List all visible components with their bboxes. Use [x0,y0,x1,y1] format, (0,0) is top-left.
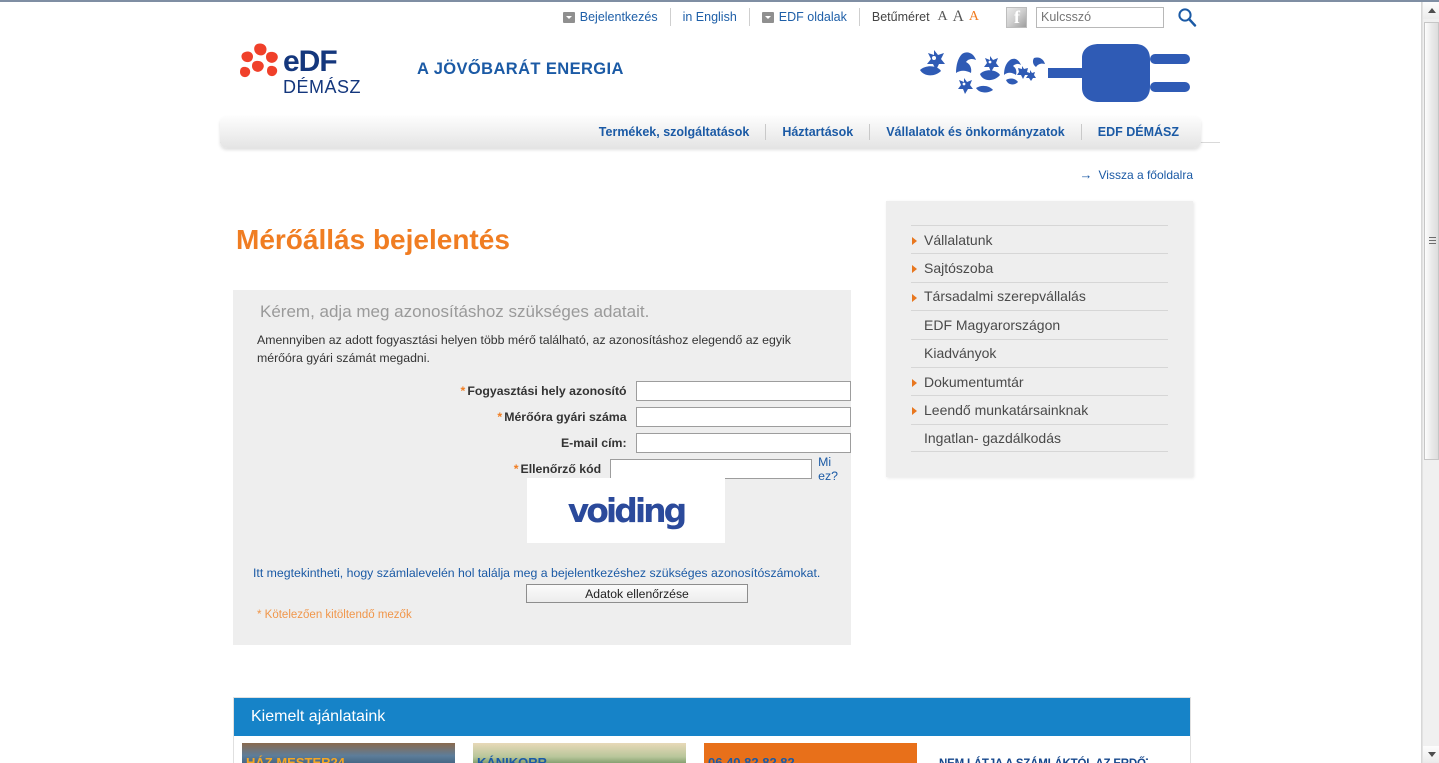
sidebar-item-label: EDF Magyarországon [924,316,1061,333]
sidebar-item-label: Kiadványok [924,345,997,362]
featured-offers-cards: HÁZ MESTER24 KÁNIKORR 06 40 82 82 82 NEM… [234,743,1190,763]
form-row-meter-serial: * Mérőóra gyári száma [233,406,851,428]
promo-card-label: KÁNIKORR [477,755,548,763]
back-to-home-label: Vissza a főoldalra [1098,167,1194,182]
sidebar-item-leendo-munkatarsainknak[interactable]: Leendő munkatársainknak [911,395,1168,423]
featured-offers-title: Kiemelt ajánlataink [234,698,1190,736]
sidebar-item-ingatlan-gazdalkodas[interactable]: Ingatlan- gazdálkodás [911,423,1168,453]
sidebar-item-edf-magyarorszagon[interactable]: EDF Magyarországon [911,310,1168,338]
sidebar-item-kiadvanyok[interactable]: Kiadványok [911,338,1168,367]
required-fields-note: * Kötelezően kitöltendő mezők [257,609,412,621]
label-meter-serial-text: Mérőóra gyári száma [504,410,627,424]
promo-card-label: NEM LÁTJA A SZÁMLÁKTÓL AZ ERDŐT? [939,758,1148,763]
captcha-text: voiding [567,491,688,530]
promo-card-paperless[interactable]: NEM LÁTJA A SZÁMLÁKTÓL AZ ERDŐT? [935,743,1148,763]
right-sidebar: Vállalatunk Sajtószoba Társadalmi szerep… [886,201,1193,477]
sidebar-menu: Vállalatunk Sajtószoba Társadalmi szerep… [911,225,1168,453]
scrollbar-grip-icon [1429,237,1436,245]
scroll-down-button[interactable] [1423,746,1439,763]
sidebar-item-tarsadalmi-szerepvallalas[interactable]: Társadalmi szerepvállalás [911,281,1168,310]
sidebar-item-label: Sajtószoba [924,260,994,277]
triangle-down-icon [1427,752,1436,757]
label-meter-serial: * Mérőóra gyári száma [233,410,636,424]
form-row-email: E-mail cím: [233,432,851,454]
page-content: → Vissza a főoldalra Mérőállás bejelenté… [0,2,1408,763]
consumption-place-id-input[interactable] [635,381,851,401]
promo-card-phone[interactable]: 06 40 82 82 82 [704,743,917,763]
meter-serial-input[interactable] [635,407,851,427]
vertical-scrollbar[interactable] [1422,2,1439,763]
captcha-image: voiding [527,478,725,543]
email-input[interactable] [635,433,851,453]
page-title: Mérőállás bejelentés [236,224,510,255]
triangle-up-icon [1427,8,1436,13]
captcha-help-link[interactable]: Mi ez? [818,455,851,483]
required-asterisk: * [497,410,503,424]
web-page: Bejelentkezés in English EDF oldalak Bet… [0,2,1408,763]
identification-form-panel: Kérem, adja meg azonosításhoz szükséges … [233,290,851,645]
label-captcha-code: * Ellenőrző kód [233,462,610,476]
promo-card-label: HÁZ MESTER24 [246,755,345,763]
form-description: Amennyiben az adott fogyasztási helyen t… [257,333,791,365]
page-right-gutter [1408,2,1422,763]
promo-card-label: 06 40 82 82 82 [708,755,795,763]
label-captcha-code-text: Ellenőrző kód [520,462,602,476]
sidebar-item-label: Ingatlan- gazdálkodás [924,429,1061,446]
back-to-home-link[interactable]: → Vissza a főoldalra [1080,167,1194,182]
form-row-captcha-code: * Ellenőrző kód Mi ez? [233,455,851,483]
sidebar-item-label: Leendő munkatársainknak [924,402,1089,419]
verify-data-button[interactable]: Adatok ellenőrzése [526,584,748,603]
captcha-code-input[interactable] [610,459,813,479]
sidebar-item-sajtoszoba[interactable]: Sajtószoba [911,253,1168,281]
promo-card-hazmester24[interactable]: HÁZ MESTER24 [242,743,455,763]
form-heading: Kérem, adja meg azonosításhoz szükséges … [260,302,650,321]
required-asterisk: * [460,384,466,398]
label-consumption-id: * Fogyasztási hely azonosító [233,384,636,398]
featured-offers-section: Kiemelt ajánlataink HÁZ MESTER24 KÁNIKOR… [233,697,1191,763]
invoice-help-link[interactable]: Itt megtekintheti, hogy számlalevelén ho… [253,566,820,580]
required-asterisk: * [513,462,519,476]
sidebar-item-label: Dokumentumtár [924,373,1024,390]
label-consumption-id-text: Fogyasztási hely azonosító [467,384,627,398]
sidebar-item-label: Vállalatunk [924,231,993,248]
scroll-up-button[interactable] [1423,2,1439,19]
scrollbar-thumb[interactable] [1424,22,1439,460]
sidebar-item-dokumentumtar[interactable]: Dokumentumtár [911,366,1168,395]
form-row-consumption-id: * Fogyasztási hely azonosító [233,380,851,402]
sidebar-item-vallalatunk[interactable]: Vállalatunk [911,225,1168,253]
promo-card-kanikorr[interactable]: KÁNIKORR [473,743,686,763]
sidebar-item-label: Társadalmi szerepvállalás [924,288,1086,305]
label-email: E-mail cím: [560,436,627,450]
arrow-right-icon: → [1079,167,1093,182]
browser-viewport: Bejelentkezés in English EDF oldalak Bet… [0,0,1439,763]
